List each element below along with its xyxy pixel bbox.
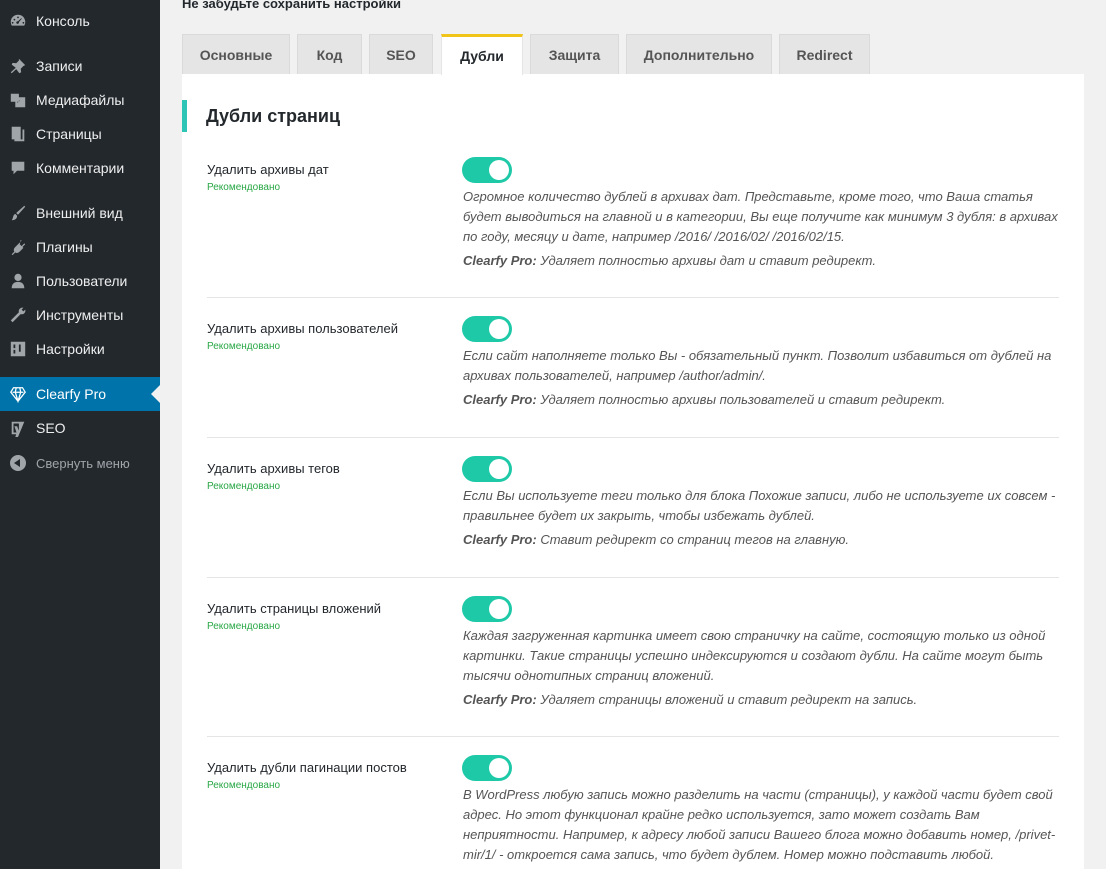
option-label: Удалить архивы дат	[207, 162, 329, 177]
pro-label: Clearfy Pro:	[463, 253, 537, 268]
menu-item-label: Записи	[36, 58, 83, 74]
pro-text: Удаляет страницы вложений и ставит редир…	[536, 692, 918, 707]
plugin-icon	[0, 238, 36, 256]
option-description: В WordPress любую запись можно разделить…	[463, 785, 1063, 865]
description-text: Если Вы используете теги только для блок…	[463, 488, 1056, 523]
diamond-icon	[0, 385, 36, 403]
recommended-badge: Рекомендовано	[207, 780, 281, 791]
dashboard-icon	[0, 12, 36, 30]
toggle-attachment-pages[interactable]	[462, 596, 512, 622]
tab-code[interactable]: Код	[297, 34, 362, 74]
menu-item-media[interactable]: Медиафайлы	[0, 83, 160, 117]
recommended-badge: Рекомендовано	[207, 182, 281, 193]
pro-note: Clearfy Pro: Удаляет полностью архивы по…	[463, 390, 1063, 410]
menu-item-label: Настройки	[36, 341, 105, 357]
pro-text: Ставит редирект со страниц тегов на глав…	[536, 532, 850, 547]
recommended-badge: Рекомендовано	[207, 621, 281, 632]
menu-item-label: Плагины	[36, 239, 93, 255]
pro-label: Clearfy Pro:	[463, 692, 537, 707]
description-text: Каждая загруженная картинка имеет свою с…	[463, 628, 1046, 683]
settings-panel: Дубли страниц Удалить архивы дат Рекомен…	[182, 74, 1084, 869]
pages-icon	[0, 125, 36, 143]
pin-icon	[0, 57, 36, 75]
divider	[207, 577, 1059, 578]
menu-item-comments[interactable]: Комментарии	[0, 151, 160, 185]
menu-item-pages[interactable]: Страницы	[0, 117, 160, 151]
menu-item-label: SEO	[36, 420, 66, 436]
option-label: Удалить дубли пагинации постов	[207, 760, 407, 775]
admin-sidebar: Консоль Записи Медиафайлы Страницы Комме…	[0, 0, 160, 869]
tab-additional[interactable]: Дополнительно	[626, 34, 772, 74]
menu-item-seo[interactable]: SEO	[0, 411, 160, 445]
option-label: Удалить архивы пользователей	[207, 321, 398, 336]
pro-note: Clearfy Pro: Удаляет полностью архивы да…	[463, 251, 1063, 271]
option-description: Если сайт наполняете только Вы - обязате…	[463, 346, 1063, 410]
menu-item-label: Комментарии	[36, 160, 125, 176]
option-description: Если Вы используете теги только для блок…	[463, 486, 1063, 550]
section-title: Дубли страниц	[182, 100, 340, 132]
tab-redirect[interactable]: Redirect	[779, 34, 870, 74]
comment-icon	[0, 159, 36, 177]
recommended-badge: Рекомендовано	[207, 341, 281, 352]
tab-protection[interactable]: Защита	[530, 34, 619, 74]
tab-main[interactable]: Основные	[182, 34, 290, 74]
menu-item-label: Страницы	[36, 126, 102, 142]
description-text: В WordPress любую запись можно разделить…	[463, 787, 1056, 862]
brush-icon	[0, 204, 36, 222]
divider	[207, 437, 1059, 438]
option-description: Огромное количество дублей в архивах дат…	[463, 187, 1063, 271]
menu-item-users[interactable]: Пользователи	[0, 264, 160, 298]
toggle-user-archives[interactable]	[462, 316, 512, 342]
recommended-badge: Рекомендовано	[207, 481, 281, 492]
description-text: Если сайт наполняете только Вы - обязате…	[463, 348, 1052, 383]
menu-item-appearance[interactable]: Внешний вид	[0, 196, 160, 230]
description-text: Огромное количество дублей в архивах дат…	[463, 189, 1058, 244]
option-label: Удалить архивы тегов	[207, 461, 340, 476]
menu-item-label: Пользователи	[36, 273, 128, 289]
settings-icon	[0, 340, 36, 358]
divider	[207, 736, 1059, 737]
menu-item-label: Консоль	[36, 13, 90, 29]
pro-label: Clearfy Pro:	[463, 392, 537, 407]
toggle-date-archives[interactable]	[462, 157, 512, 183]
menu-item-label: Инструменты	[36, 307, 124, 323]
menu-item-label: Clearfy Pro	[36, 386, 107, 402]
menu-item-clearfy-pro[interactable]: Clearfy Pro	[0, 377, 160, 411]
yoast-icon	[0, 419, 36, 437]
user-icon	[0, 272, 36, 290]
wrench-icon	[0, 306, 36, 324]
pro-text: Удаляет полностью архивы пользователей и…	[536, 392, 946, 407]
menu-item-label: Медиафайлы	[36, 92, 125, 108]
pro-label: Clearfy Pro:	[463, 532, 537, 547]
menu-item-dashboard[interactable]: Консоль	[0, 4, 160, 38]
collapse-icon	[0, 455, 36, 471]
menu-item-label: Свернуть меню	[36, 455, 130, 471]
menu-item-tools[interactable]: Инструменты	[0, 298, 160, 332]
collapse-menu-button[interactable]: Свернуть меню	[0, 446, 160, 480]
option-description: Каждая загруженная картинка имеет свою с…	[463, 626, 1063, 710]
media-icon	[0, 91, 36, 109]
pro-note: Clearfy Pro: Ставит редирект со страниц …	[463, 530, 1063, 550]
menu-item-plugins[interactable]: Плагины	[0, 230, 160, 264]
menu-item-settings[interactable]: Настройки	[0, 332, 160, 366]
tab-duplicates[interactable]: Дубли	[441, 34, 523, 75]
pro-note: Clearfy Pro: Удаляет страницы вложений и…	[463, 690, 1063, 710]
tab-seo[interactable]: SEO	[369, 34, 433, 74]
toggle-tag-archives[interactable]	[462, 456, 512, 482]
menu-item-posts[interactable]: Записи	[0, 49, 160, 83]
menu-item-label: Внешний вид	[36, 205, 123, 221]
option-label: Удалить страницы вложений	[207, 601, 382, 616]
toggle-post-pagination[interactable]	[462, 755, 512, 781]
divider	[207, 297, 1059, 298]
pro-text: Удаляет полностью архивы дат и ставит ре…	[536, 253, 876, 268]
save-notice: Не забудьте сохранить настройки	[182, 0, 401, 11]
